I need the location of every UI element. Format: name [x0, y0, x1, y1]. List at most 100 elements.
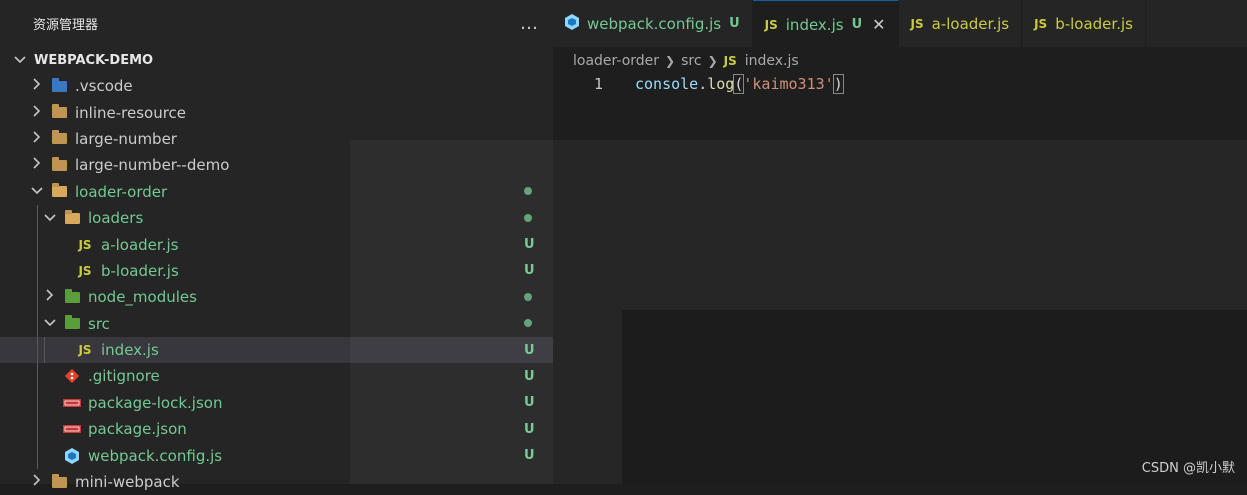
git-modified-dot	[524, 211, 532, 226]
tree-item[interactable]: loaders	[0, 205, 553, 231]
git-untracked-badge: U	[524, 395, 535, 411]
folder-icon	[50, 130, 68, 147]
chevron-right-icon[interactable]	[30, 105, 44, 121]
git-untracked-badge: U	[729, 16, 740, 31]
tree-item-label: .gitignore	[88, 367, 160, 386]
tree-item-label: large-number	[75, 129, 177, 148]
git-modified-dot	[524, 184, 532, 199]
code-editor[interactable]: 1 console.log('kaimo313')	[553, 72, 1247, 484]
tree-item[interactable]: src	[0, 311, 553, 337]
tree-item[interactable]: JS a-loader.js U	[0, 231, 553, 257]
tree-item[interactable]: .gitignore U	[0, 363, 553, 389]
tree-item[interactable]: webpack.config.js U	[0, 442, 553, 468]
npm-icon	[63, 395, 81, 411]
folder-icon	[50, 183, 68, 200]
tree-item[interactable]: JS b-loader.js U	[0, 258, 553, 284]
project-section-header[interactable]: WEBPACK-DEMO	[0, 47, 553, 73]
editor-tabs: webpack.config.js U JS index.js U ✕ JS a-loader…	[553, 0, 1247, 48]
tree-item[interactable]: large-number	[0, 126, 553, 152]
tab-label: webpack.config.js	[587, 14, 722, 33]
tree-item-label: package-lock.json	[88, 393, 223, 412]
tree-item-label: large-number--demo	[75, 156, 230, 175]
breadcrumb-item[interactable]: loader-order	[573, 53, 659, 69]
js-file-icon: JS	[764, 17, 778, 32]
tree-item-label: a-loader.js	[101, 235, 179, 254]
chevron-down-icon[interactable]	[43, 211, 57, 226]
tree-item[interactable]: large-number--demo	[0, 152, 553, 178]
watermark: CSDN @凯小默	[1141, 461, 1235, 476]
code-token-string: 'kaimo313'	[743, 75, 834, 93]
more-actions-icon[interactable]: …	[520, 13, 539, 34]
folder-icon	[63, 209, 81, 226]
chevron-down-icon[interactable]	[30, 184, 44, 199]
chevron-right-icon[interactable]	[30, 157, 44, 173]
tree-item[interactable]: loader-order	[0, 179, 553, 205]
tab-label: b-loader.js	[1055, 14, 1133, 33]
tree-item[interactable]: mini-webpack	[0, 469, 553, 495]
indent-guide	[37, 205, 38, 469]
tree-item-label: webpack.config.js	[88, 446, 223, 465]
webpack-icon	[63, 447, 81, 464]
git-modified-dot	[524, 316, 532, 331]
file-tree: .vscode inline-resource large-number large-…	[0, 73, 553, 495]
editor-tab[interactable]: JS index.js U ✕	[752, 0, 899, 48]
editor-tab[interactable]: JS a-loader.js	[899, 0, 1023, 47]
folder-icon	[50, 473, 68, 490]
chevron-right-icon[interactable]	[30, 78, 44, 94]
close-icon[interactable]: ✕	[872, 15, 885, 34]
git-untracked-badge: U	[524, 368, 535, 384]
npm-icon	[63, 421, 81, 437]
tree-item[interactable]: package.json U	[0, 416, 553, 442]
editor-tab[interactable]: JS b-loader.js	[1022, 0, 1146, 47]
tree-item[interactable]: inline-resource	[0, 99, 553, 125]
tree-item[interactable]: .vscode	[0, 73, 553, 99]
js-file-icon: JS	[1034, 16, 1048, 31]
code-line[interactable]: 1 console.log('kaimo313')	[553, 72, 1247, 96]
js-file-icon: JS	[723, 54, 737, 68]
git-untracked-badge: U	[524, 342, 535, 358]
tree-item-label: node_modules	[88, 288, 197, 307]
folder-icon	[50, 104, 68, 121]
tab-label: a-loader.js	[931, 14, 1010, 33]
folder-icon	[63, 288, 81, 305]
chevron-right-icon[interactable]	[30, 474, 44, 490]
breadcrumb-file[interactable]: index.js	[745, 53, 799, 69]
js-file-icon: JS	[910, 16, 924, 31]
webpack-icon	[565, 13, 579, 34]
code-token-dot: .	[698, 75, 708, 93]
line-number: 1	[593, 75, 603, 93]
explorer-sidebar: 资源管理器 … WEBPACK-DEMO .vscode inline-resou…	[0, 0, 553, 491]
chevron-right-icon[interactable]	[30, 131, 44, 147]
tree-item[interactable]: JS index.js U	[0, 336, 553, 364]
git-untracked-badge: U	[524, 237, 535, 253]
tree-item[interactable]: node_modules	[0, 284, 553, 310]
breadcrumb: loader-order ❯ src ❯ JS index.js	[573, 50, 799, 72]
js-file-icon: JS	[78, 263, 92, 278]
tree-item-label: index.js	[101, 341, 159, 360]
editor-tab[interactable]: webpack.config.js U	[553, 0, 753, 47]
chevron-right-icon[interactable]	[43, 289, 57, 305]
explorer-header: 资源管理器 …	[0, 0, 553, 47]
git-untracked-badge: U	[524, 421, 535, 437]
code-content[interactable]: console.log('kaimo313')	[635, 74, 844, 94]
project-name: WEBPACK-DEMO	[34, 52, 154, 68]
indent-guide	[44, 337, 45, 364]
code-token-method: log	[707, 75, 735, 93]
tab-label: index.js	[785, 15, 844, 34]
tree-item-label: .vscode	[75, 77, 133, 96]
folder-icon	[63, 315, 81, 332]
tree-item-label: inline-resource	[75, 103, 187, 122]
js-file-icon: JS	[78, 237, 92, 252]
tree-item-label: b-loader.js	[101, 261, 179, 280]
tree-item[interactable]: package-lock.json U	[0, 390, 553, 416]
js-file-icon: JS	[78, 343, 92, 358]
breadcrumb-item[interactable]: src	[681, 53, 701, 69]
tree-item-label: src	[88, 314, 110, 333]
git-untracked-badge: U	[524, 448, 535, 464]
git-icon	[63, 368, 81, 384]
folder-icon	[50, 156, 68, 173]
git-modified-dot	[524, 290, 532, 305]
chevron-down-icon[interactable]	[43, 316, 57, 331]
chevron-down-icon	[14, 53, 30, 68]
chevron-right-icon: ❯	[665, 54, 676, 68]
